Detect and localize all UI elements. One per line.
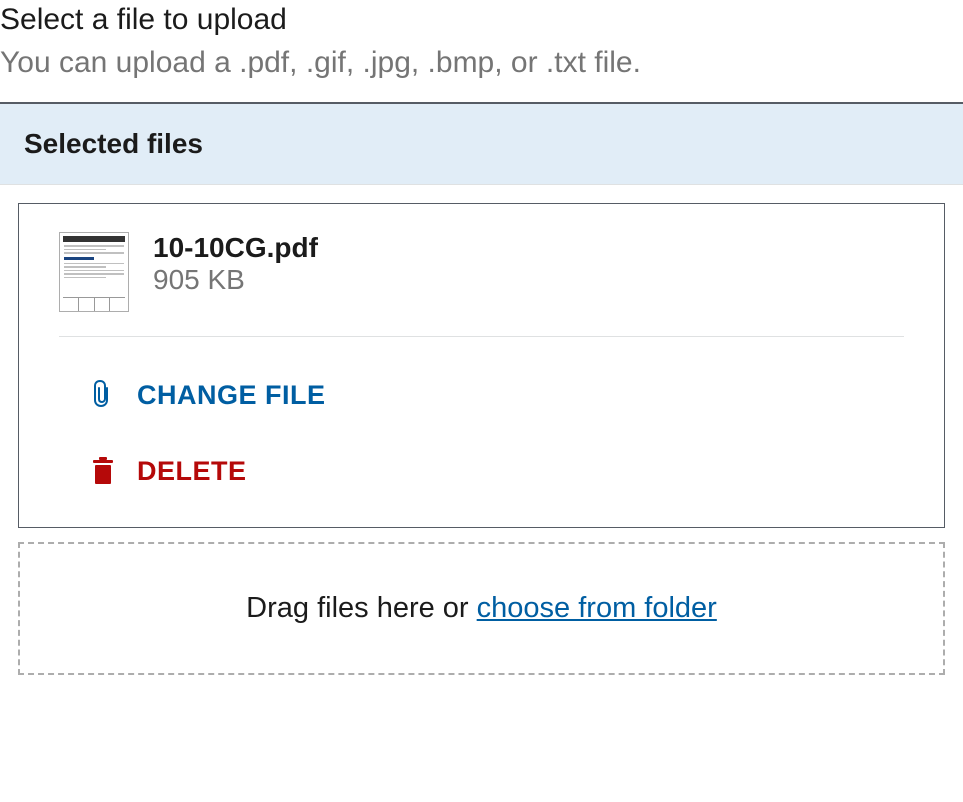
panel-body: 10-10CG.pdf 905 KB CHANGE FILE [0, 185, 963, 693]
trash-icon [91, 455, 115, 487]
file-info-row: 10-10CG.pdf 905 KB [59, 232, 904, 337]
file-name: 10-10CG.pdf [153, 232, 318, 264]
upload-title: Select a file to upload [0, 0, 963, 39]
delete-file-button[interactable]: DELETE [91, 455, 904, 487]
dropzone-prefix: Drag files here or [246, 592, 477, 624]
delete-file-label: DELETE [137, 456, 247, 487]
file-actions: CHANGE FILE DELETE [59, 337, 904, 487]
file-size: 905 KB [153, 264, 318, 296]
upload-panel: Selected files [0, 102, 963, 693]
file-thumbnail-icon [59, 232, 129, 312]
file-meta: 10-10CG.pdf 905 KB [153, 232, 318, 296]
selected-files-header: Selected files [0, 104, 963, 185]
change-file-button[interactable]: CHANGE FILE [91, 379, 904, 411]
change-file-label: CHANGE FILE [137, 380, 326, 411]
paperclip-icon [91, 379, 115, 411]
file-card: 10-10CG.pdf 905 KB CHANGE FILE [18, 203, 945, 528]
upload-subtitle: You can upload a .pdf, .gif, .jpg, .bmp,… [0, 43, 963, 82]
upload-header: Select a file to upload You can upload a… [0, 0, 963, 102]
dropzone[interactable]: Drag files here or choose from folder [18, 542, 945, 675]
choose-from-folder-link[interactable]: choose from folder [477, 592, 717, 624]
selected-files-heading: Selected files [24, 128, 939, 160]
dropzone-text: Drag files here or choose from folder [246, 592, 717, 624]
